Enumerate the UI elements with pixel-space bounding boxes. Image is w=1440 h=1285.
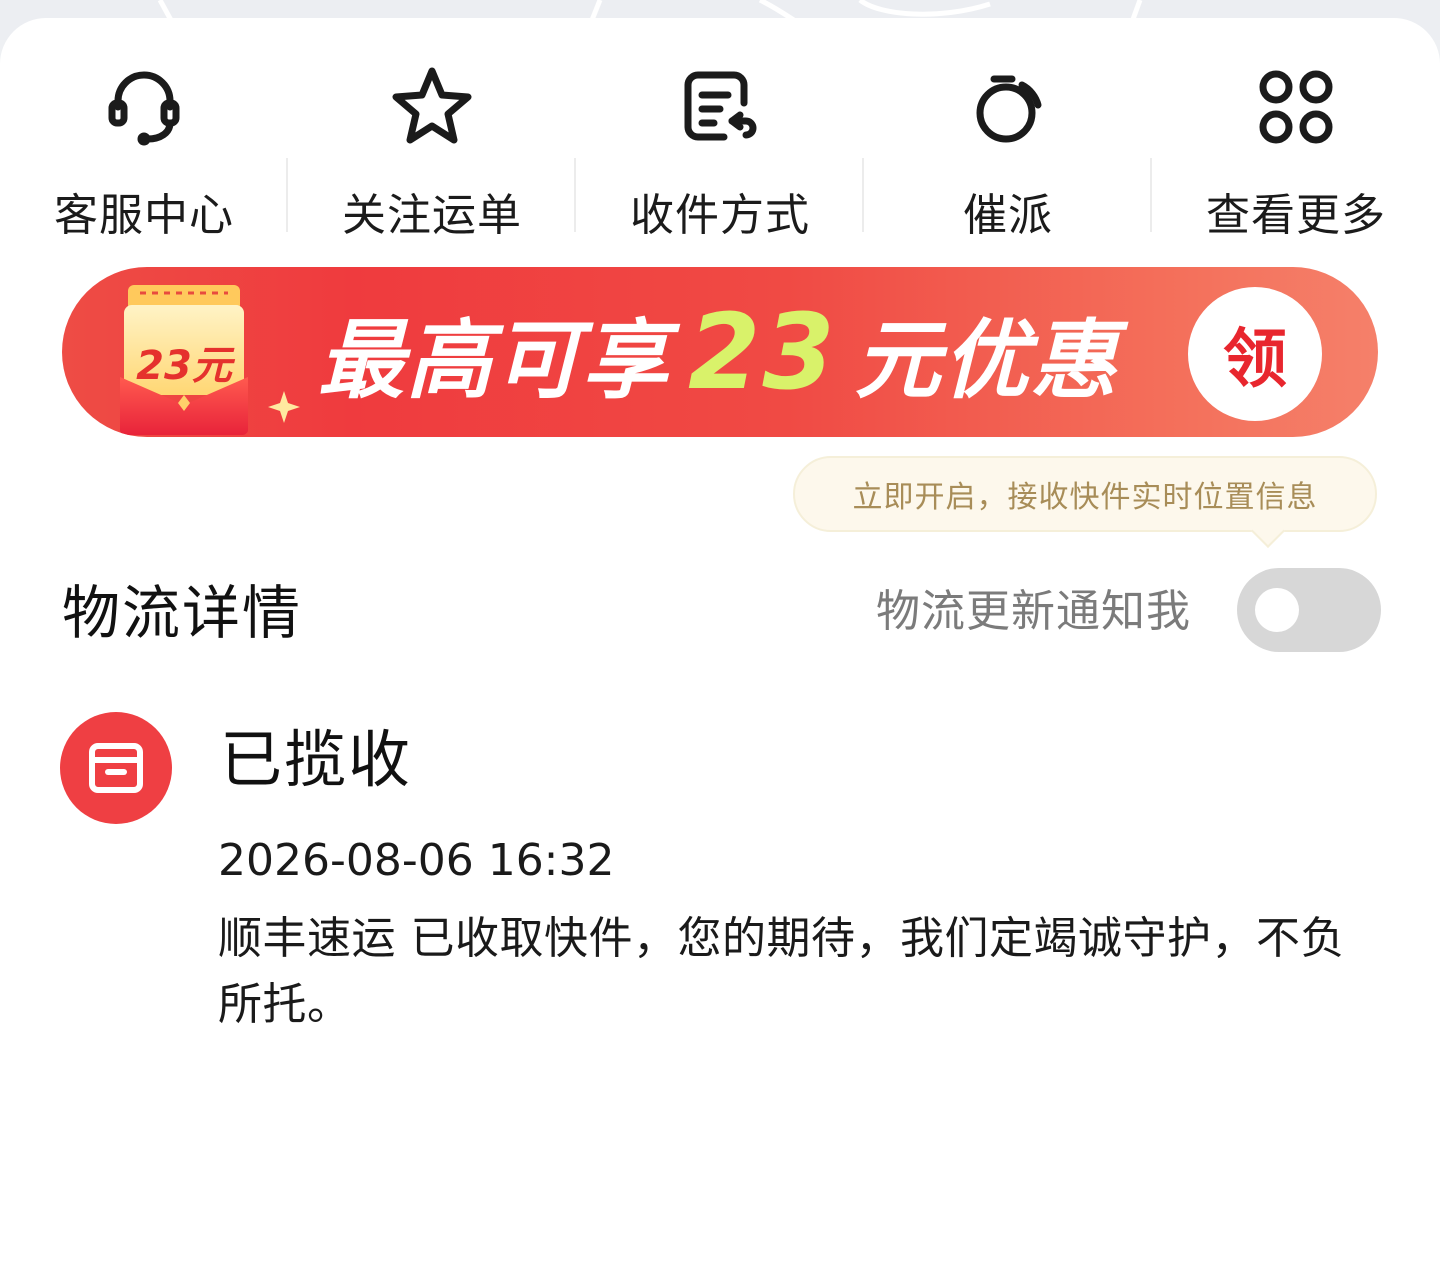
follow-waybill-label: 关注运单 xyxy=(342,190,522,241)
urge-delivery-icon xyxy=(965,64,1051,150)
promo-headline-prefix: 最高可享 xyxy=(318,310,670,411)
star-icon xyxy=(389,64,475,150)
urge-delivery-button[interactable]: 催派 xyxy=(864,60,1152,260)
promo-headline: 最高可享 23 元优惠 xyxy=(318,287,1119,417)
event-status: 已揽收 xyxy=(220,723,413,796)
promo-headline-suffix: 元优惠 xyxy=(854,310,1119,411)
coupon-gift-amount: 23元 xyxy=(136,343,232,389)
delivery-method-button[interactable]: 收件方式 xyxy=(576,60,864,260)
quick-actions-bar: 客服中心 关注运单 收件方式 催派 查看更多 xyxy=(0,60,1440,260)
sparkle-icon xyxy=(268,391,300,423)
delivery-method-icon xyxy=(677,64,763,150)
logistics-details-title: 物流详情 xyxy=(62,579,303,647)
coupon-gift-icon: 23元 xyxy=(120,285,248,436)
notify-me-toggle[interactable] xyxy=(1237,568,1381,652)
notify-me-label: 物流更新通知我 xyxy=(876,586,1191,637)
delivery-method-label: 收件方式 xyxy=(630,190,810,241)
urge-delivery-label: 催派 xyxy=(963,190,1053,241)
claim-coupon-button[interactable]: 领 xyxy=(1188,287,1322,421)
customer-service-button[interactable]: 客服中心 xyxy=(0,60,288,260)
notification-tooltip: 立即开启，接收快件实时位置信息 xyxy=(793,456,1377,548)
view-more-button[interactable]: 查看更多 xyxy=(1152,60,1440,260)
tooltip-arrow xyxy=(1251,514,1285,548)
promo-headline-amount: 23 xyxy=(688,291,837,413)
follow-waybill-button[interactable]: 关注运单 xyxy=(288,60,576,260)
event-time: 2026-08-06 16:32 xyxy=(218,835,615,886)
customer-service-label: 客服中心 xyxy=(54,190,234,241)
promo-banner[interactable]: 23元 最高可享 23 元优惠 领 xyxy=(62,267,1378,437)
toggle-knob xyxy=(1255,588,1299,632)
view-more-label: 查看更多 xyxy=(1206,190,1386,241)
notification-tooltip-text: 立即开启，接收快件实时位置信息 xyxy=(852,480,1318,515)
package-box-icon xyxy=(60,712,172,824)
headset-icon xyxy=(101,64,187,150)
event-description: 顺丰速运 已收取快件，您的期待，我们定竭诚守护，不负所托。 xyxy=(218,913,1345,1030)
bottom-sheet: 客服中心 关注运单 收件方式 催派 查看更多 23元 最高可享 23 元优惠 领… xyxy=(0,18,1440,1285)
more-grid-icon xyxy=(1253,64,1339,150)
